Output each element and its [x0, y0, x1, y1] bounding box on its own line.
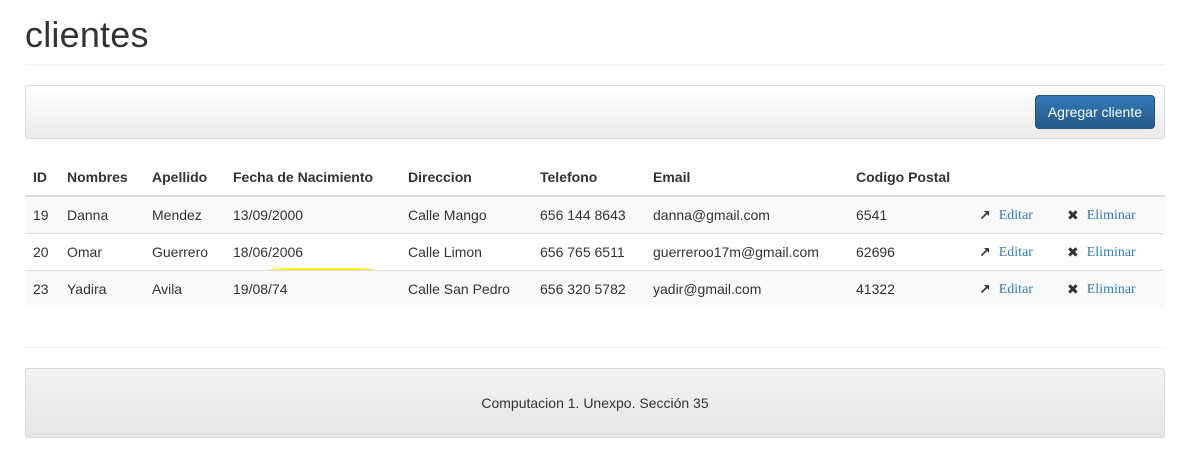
edit-link-label: Editar — [998, 244, 1033, 260]
cell-direccion: Calle San Pedro — [400, 270, 532, 307]
delete-link[interactable]: ✖ Eliminar — [1067, 245, 1136, 261]
edit-icon: ↗ — [979, 207, 991, 224]
cell-telefono: 656 320 5782 — [532, 270, 645, 307]
cell-edit: ↗ Editar — [971, 195, 1059, 234]
add-client-button[interactable]: Agregar cliente — [1034, 95, 1155, 129]
footer-text: Computacion 1. Unexpo. Sección 35 — [481, 395, 709, 411]
cell-id: 23 — [25, 270, 59, 307]
cell-edit: ↗ Editar — [971, 233, 1059, 271]
cell-email: guerreroo17m@gmail.com — [645, 233, 848, 271]
cell-delete: ✖ Eliminar — [1059, 233, 1165, 271]
clients-table: ID Nombres Apellido Fecha de Nacimiento … — [25, 158, 1165, 307]
edit-icon: ↗ — [979, 281, 991, 298]
cell-telefono: 656 765 6511 — [532, 233, 645, 271]
delete-link-label: Eliminar — [1086, 244, 1136, 260]
cell-codigo-postal: 41322 — [848, 270, 971, 307]
edit-link[interactable]: ↗ Editar — [979, 282, 1033, 298]
delete-link[interactable]: ✖ Eliminar — [1067, 282, 1136, 298]
column-header-codigo-postal[interactable]: Codigo Postal — [848, 158, 971, 197]
column-header-delete — [1059, 158, 1165, 197]
toolbar: Agregar cliente — [25, 85, 1165, 139]
divider — [25, 347, 1165, 348]
edit-icon: ↗ — [979, 244, 991, 261]
cell-nombres: Danna — [59, 195, 144, 234]
cell-email: yadir@gmail.com — [645, 270, 848, 307]
cell-edit: ↗ Editar — [971, 270, 1059, 307]
delete-link[interactable]: ✖ Eliminar — [1067, 208, 1136, 224]
column-header-apellido[interactable]: Apellido — [144, 158, 225, 197]
delete-link-label: Eliminar — [1086, 281, 1136, 297]
column-header-email[interactable]: Email — [645, 158, 848, 197]
table-row: 19 Danna Mendez 13/09/2000 Calle Mango 6… — [25, 195, 1165, 234]
cell-nombres: Omar — [59, 233, 144, 271]
cell-apellido: Mendez — [144, 195, 225, 234]
cell-delete: ✖ Eliminar — [1059, 270, 1165, 307]
delete-link-label: Eliminar — [1086, 207, 1136, 223]
column-header-fecha[interactable]: Fecha de Nacimiento — [225, 158, 400, 197]
footer: Computacion 1. Unexpo. Sección 35 — [25, 368, 1165, 438]
cell-telefono: 656 144 8643 — [532, 195, 645, 234]
column-header-nombres[interactable]: Nombres — [59, 158, 144, 197]
table-row: 20 Omar Guerrero 18/06/2006 Calle Limon … — [25, 233, 1165, 271]
cell-direccion: Calle Mango — [400, 195, 532, 234]
page-title: clientes — [25, 14, 149, 55]
edit-link[interactable]: ↗ Editar — [979, 245, 1033, 261]
column-header-direccion[interactable]: Direccion — [400, 158, 532, 197]
cell-email: danna@gmail.com — [645, 195, 848, 234]
cell-id: 20 — [25, 233, 59, 271]
column-header-telefono[interactable]: Telefono — [532, 158, 645, 197]
cell-codigo-postal: 6541 — [848, 195, 971, 234]
divider — [25, 64, 1165, 65]
close-icon: ✖ — [1067, 207, 1079, 224]
cell-fecha: 13/09/2000 — [225, 195, 400, 234]
cell-id: 19 — [25, 195, 59, 234]
column-header-edit — [971, 158, 1059, 197]
cell-apellido: Avila — [144, 270, 225, 307]
cell-delete: ✖ Eliminar — [1059, 195, 1165, 234]
close-icon: ✖ — [1067, 281, 1079, 298]
cell-fecha: 19/08/74 — [225, 270, 400, 307]
table-header-row: ID Nombres Apellido Fecha de Nacimiento … — [25, 158, 1165, 197]
cell-nombres: Yadira — [59, 270, 144, 307]
edit-link[interactable]: ↗ Editar — [979, 208, 1033, 224]
column-header-id[interactable]: ID — [25, 158, 59, 197]
cell-codigo-postal: 62696 — [848, 233, 971, 271]
cell-fecha: 18/06/2006 — [225, 233, 400, 271]
close-icon: ✖ — [1067, 244, 1079, 261]
cell-apellido: Guerrero — [144, 233, 225, 271]
edit-link-label: Editar — [998, 281, 1033, 297]
cell-direccion: Calle Limon — [400, 233, 532, 271]
table-row: 23 Yadira Avila 19/08/74 Calle San Pedro… — [25, 270, 1165, 307]
edit-link-label: Editar — [998, 207, 1033, 223]
